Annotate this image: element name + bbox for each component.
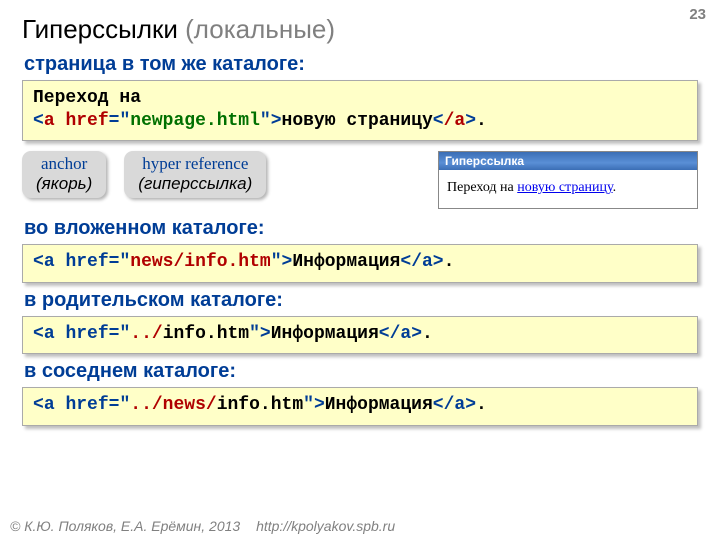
t: ": [260, 111, 271, 131]
t: ": [249, 324, 260, 344]
section-1-heading: страница в том же каталоге:: [24, 53, 698, 76]
code-example-3: <a href="../info.htm">Информация</a>.: [22, 316, 698, 355]
page-number: 23: [689, 6, 706, 23]
t: <: [433, 395, 444, 415]
t: href: [65, 252, 108, 272]
t: >: [465, 111, 476, 131]
t: =: [109, 111, 120, 131]
footer-url: http://kpolyakov.spb.ru: [256, 518, 395, 534]
t: >: [465, 395, 476, 415]
t: /a: [390, 324, 412, 344]
code-example-2: <a href="news/info.htm">Информация</a>.: [22, 244, 698, 283]
t: <: [33, 324, 44, 344]
pill-href: hyper reference (гиперссылка): [124, 151, 266, 198]
t: info.htm: [217, 395, 303, 415]
page-title: Гиперссылки (локальные): [22, 14, 698, 45]
t: Информация: [271, 324, 379, 344]
t: a: [44, 252, 55, 272]
t: /a: [444, 111, 466, 131]
t: Информация: [325, 395, 433, 415]
t: a: [44, 111, 55, 131]
t: <: [379, 324, 390, 344]
t: <: [33, 111, 44, 131]
t: href: [65, 324, 108, 344]
pill-href-ru: (гиперссылка): [138, 174, 252, 194]
t: .: [444, 252, 455, 272]
t: .: [476, 111, 487, 131]
t: newpage.html: [130, 111, 260, 131]
t: .: [422, 324, 433, 344]
browser-body: Переход на новую страницу.: [439, 170, 697, 208]
browser-text-pre: Переход на: [447, 180, 517, 195]
t: ": [119, 111, 130, 131]
t: =: [109, 395, 120, 415]
pill-anchor: anchor (якорь): [22, 151, 106, 198]
t: <: [433, 111, 444, 131]
code-example-1: Переход на <a href="newpage.html">новую …: [22, 80, 698, 141]
t: <: [33, 252, 44, 272]
pill-anchor-en: anchor: [36, 154, 92, 174]
footer-copyright: © К.Ю. Поляков, Е.А. Ерёмин, 2013: [10, 518, 240, 534]
t: ../: [130, 324, 162, 344]
t: ": [119, 252, 130, 272]
t: ": [271, 252, 282, 272]
title-main: Гиперссылки: [22, 14, 185, 44]
t: <: [400, 252, 411, 272]
explain-row: anchor (якорь) hyper reference (гиперссы…: [22, 151, 698, 209]
t: news/info.htm: [130, 252, 270, 272]
browser-preview: Гиперссылка Переход на новую страницу.: [438, 151, 698, 209]
t: >: [271, 111, 282, 131]
t: =: [109, 252, 120, 272]
t: >: [411, 324, 422, 344]
t: ": [303, 395, 314, 415]
code-example-4: <a href="../news/info.htm">Информация</a…: [22, 387, 698, 426]
code-text: Переход на: [33, 88, 141, 108]
t: >: [433, 252, 444, 272]
section-4-heading: в соседнем каталоге:: [24, 360, 698, 383]
t: новую страницу: [282, 111, 433, 131]
t: .: [476, 395, 487, 415]
browser-link[interactable]: новую страницу: [517, 180, 612, 195]
t: a: [44, 395, 55, 415]
t: =: [109, 324, 120, 344]
t: info.htm: [163, 324, 249, 344]
section-2-heading: во вложенном каталоге:: [24, 217, 698, 240]
t: <: [33, 395, 44, 415]
t: href: [65, 395, 108, 415]
t: ": [119, 395, 130, 415]
t: href: [65, 111, 108, 131]
t: /a: [411, 252, 433, 272]
t: ": [119, 324, 130, 344]
pill-anchor-ru: (якорь): [36, 174, 92, 194]
t: >: [314, 395, 325, 415]
t: /a: [444, 395, 466, 415]
t: >: [260, 324, 271, 344]
browser-titlebar: Гиперссылка: [439, 152, 697, 170]
t: Информация: [292, 252, 400, 272]
footer: © К.Ю. Поляков, Е.А. Ерёмин, 2013 http:/…: [10, 518, 395, 534]
t: >: [282, 252, 293, 272]
title-gray: (локальные): [185, 14, 335, 44]
browser-text-post: .: [613, 180, 617, 195]
section-3-heading: в родительском каталоге:: [24, 289, 698, 312]
t: a: [44, 324, 55, 344]
pill-href-en: hyper reference: [138, 154, 252, 174]
t: ../news/: [130, 395, 216, 415]
